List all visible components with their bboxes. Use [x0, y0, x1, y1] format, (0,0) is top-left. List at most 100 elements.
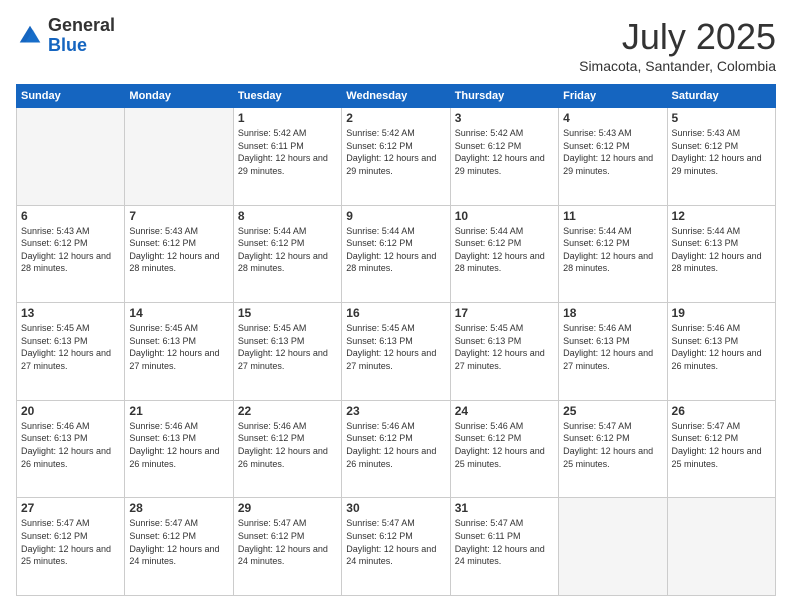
day-number: 4 [563, 111, 662, 125]
day-info: Sunrise: 5:43 AM Sunset: 6:12 PM Dayligh… [563, 127, 662, 177]
day-info: Sunrise: 5:46 AM Sunset: 6:13 PM Dayligh… [672, 322, 771, 372]
calendar-cell [559, 498, 667, 596]
day-info: Sunrise: 5:47 AM Sunset: 6:12 PM Dayligh… [563, 420, 662, 470]
week-row-2: 6Sunrise: 5:43 AM Sunset: 6:12 PM Daylig… [17, 205, 776, 303]
header-saturday: Saturday [667, 85, 775, 108]
day-number: 23 [346, 404, 445, 418]
day-info: Sunrise: 5:47 AM Sunset: 6:12 PM Dayligh… [21, 517, 120, 567]
day-info: Sunrise: 5:47 AM Sunset: 6:12 PM Dayligh… [672, 420, 771, 470]
calendar-cell: 27 Sunrise: 5:47 AM Sunset: 6:12 PM Dayli… [17, 498, 125, 596]
day-number: 3 [455, 111, 554, 125]
calendar-cell [17, 108, 125, 206]
calendar-cell: 15 Sunrise: 5:45 AM Sunset: 6:13 PM Dayli… [233, 303, 341, 401]
calendar-cell: 8 Sunrise: 5:44 AM Sunset: 6:12 PM Daylig… [233, 205, 341, 303]
day-number: 25 [563, 404, 662, 418]
day-number: 12 [672, 209, 771, 223]
calendar-cell: 26 Sunrise: 5:47 AM Sunset: 6:12 PM Dayli… [667, 400, 775, 498]
day-info: Sunrise: 5:44 AM Sunset: 6:12 PM Dayligh… [563, 225, 662, 275]
calendar-cell: 19 Sunrise: 5:46 AM Sunset: 6:13 PM Dayli… [667, 303, 775, 401]
day-number: 5 [672, 111, 771, 125]
logo-text: General Blue [48, 16, 115, 56]
day-info: Sunrise: 5:46 AM Sunset: 6:13 PM Dayligh… [129, 420, 228, 470]
day-info: Sunrise: 5:47 AM Sunset: 6:11 PM Dayligh… [455, 517, 554, 567]
header-thursday: Thursday [450, 85, 558, 108]
calendar-cell: 10 Sunrise: 5:44 AM Sunset: 6:12 PM Dayli… [450, 205, 558, 303]
day-info: Sunrise: 5:44 AM Sunset: 6:13 PM Dayligh… [672, 225, 771, 275]
day-number: 1 [238, 111, 337, 125]
calendar-cell: 29 Sunrise: 5:47 AM Sunset: 6:12 PM Dayli… [233, 498, 341, 596]
day-info: Sunrise: 5:46 AM Sunset: 6:13 PM Dayligh… [563, 322, 662, 372]
logo-icon [16, 22, 44, 50]
day-number: 10 [455, 209, 554, 223]
day-info: Sunrise: 5:47 AM Sunset: 6:12 PM Dayligh… [346, 517, 445, 567]
header-monday: Monday [125, 85, 233, 108]
calendar-cell: 24 Sunrise: 5:46 AM Sunset: 6:12 PM Dayli… [450, 400, 558, 498]
header-sunday: Sunday [17, 85, 125, 108]
calendar-cell: 4 Sunrise: 5:43 AM Sunset: 6:12 PM Daylig… [559, 108, 667, 206]
day-number: 20 [21, 404, 120, 418]
day-info: Sunrise: 5:45 AM Sunset: 6:13 PM Dayligh… [238, 322, 337, 372]
day-number: 13 [21, 306, 120, 320]
week-row-1: 1 Sunrise: 5:42 AM Sunset: 6:11 PM Daylig… [17, 108, 776, 206]
calendar-cell: 21 Sunrise: 5:46 AM Sunset: 6:13 PM Dayli… [125, 400, 233, 498]
day-number: 2 [346, 111, 445, 125]
day-number: 16 [346, 306, 445, 320]
day-info: Sunrise: 5:44 AM Sunset: 6:12 PM Dayligh… [346, 225, 445, 275]
calendar-cell: 3 Sunrise: 5:42 AM Sunset: 6:12 PM Daylig… [450, 108, 558, 206]
calendar-cell: 20 Sunrise: 5:46 AM Sunset: 6:13 PM Dayli… [17, 400, 125, 498]
calendar-cell [667, 498, 775, 596]
day-info: Sunrise: 5:42 AM Sunset: 6:12 PM Dayligh… [455, 127, 554, 177]
calendar-cell: 1 Sunrise: 5:42 AM Sunset: 6:11 PM Daylig… [233, 108, 341, 206]
calendar-cell: 7Sunrise: 5:43 AM Sunset: 6:12 PM Daylig… [125, 205, 233, 303]
calendar-table: Sunday Monday Tuesday Wednesday Thursday… [16, 84, 776, 596]
day-info: Sunrise: 5:45 AM Sunset: 6:13 PM Dayligh… [129, 322, 228, 372]
calendar-cell: 2Sunrise: 5:42 AM Sunset: 6:12 PM Daylig… [342, 108, 450, 206]
header-wednesday: Wednesday [342, 85, 450, 108]
calendar-cell: 14Sunrise: 5:45 AM Sunset: 6:13 PM Dayli… [125, 303, 233, 401]
calendar-cell: 6Sunrise: 5:43 AM Sunset: 6:12 PM Daylig… [17, 205, 125, 303]
day-number: 21 [129, 404, 228, 418]
day-number: 27 [21, 501, 120, 515]
day-number: 15 [238, 306, 337, 320]
day-number: 22 [238, 404, 337, 418]
calendar-cell: 9 Sunrise: 5:44 AM Sunset: 6:12 PM Daylig… [342, 205, 450, 303]
day-number: 18 [563, 306, 662, 320]
month-title: July 2025 [579, 16, 776, 58]
day-info: Sunrise: 5:46 AM Sunset: 6:12 PM Dayligh… [346, 420, 445, 470]
week-row-3: 13 Sunrise: 5:45 AM Sunset: 6:13 PM Dayli… [17, 303, 776, 401]
title-block: July 2025 Simacota, Santander, Colombia [579, 16, 776, 74]
day-info: Sunrise: 5:46 AM Sunset: 6:12 PM Dayligh… [455, 420, 554, 470]
week-row-5: 27 Sunrise: 5:47 AM Sunset: 6:12 PM Dayli… [17, 498, 776, 596]
day-number: 29 [238, 501, 337, 515]
day-number: 31 [455, 501, 554, 515]
day-info: Sunrise: 5:44 AM Sunset: 6:12 PM Dayligh… [238, 225, 337, 275]
calendar-cell: 30Sunrise: 5:47 AM Sunset: 6:12 PM Dayli… [342, 498, 450, 596]
day-number: 26 [672, 404, 771, 418]
day-info: Sunrise: 5:45 AM Sunset: 6:13 PM Dayligh… [346, 322, 445, 372]
calendar-cell: 28Sunrise: 5:47 AM Sunset: 6:12 PM Dayli… [125, 498, 233, 596]
calendar-cell: 13Sunrise: 5:45 AM Sunset: 6:13 PM Dayli… [17, 303, 125, 401]
location-subtitle: Simacota, Santander, Colombia [579, 58, 776, 74]
header-tuesday: Tuesday [233, 85, 341, 108]
day-info: Sunrise: 5:45 AM Sunset: 6:13 PM Dayligh… [455, 322, 554, 372]
day-info: Sunrise: 5:42 AM Sunset: 6:11 PM Dayligh… [238, 127, 337, 177]
day-info: Sunrise: 5:43 AM Sunset: 6:12 PM Dayligh… [129, 225, 228, 275]
header: General Blue July 2025 Simacota, Santand… [16, 16, 776, 74]
weekday-header-row: Sunday Monday Tuesday Wednesday Thursday… [17, 85, 776, 108]
day-info: Sunrise: 5:46 AM Sunset: 6:13 PM Dayligh… [21, 420, 120, 470]
day-number: 19 [672, 306, 771, 320]
day-number: 8 [238, 209, 337, 223]
calendar-cell: 11Sunrise: 5:44 AM Sunset: 6:12 PM Dayli… [559, 205, 667, 303]
calendar-cell: 5Sunrise: 5:43 AM Sunset: 6:12 PM Daylig… [667, 108, 775, 206]
day-number: 9 [346, 209, 445, 223]
day-number: 28 [129, 501, 228, 515]
header-friday: Friday [559, 85, 667, 108]
day-number: 17 [455, 306, 554, 320]
calendar-cell: 25 Sunrise: 5:47 AM Sunset: 6:12 PM Dayli… [559, 400, 667, 498]
calendar-cell: 31 Sunrise: 5:47 AM Sunset: 6:11 PM Dayli… [450, 498, 558, 596]
day-info: Sunrise: 5:47 AM Sunset: 6:12 PM Dayligh… [238, 517, 337, 567]
calendar-cell: 18 Sunrise: 5:46 AM Sunset: 6:13 PM Dayli… [559, 303, 667, 401]
day-number: 24 [455, 404, 554, 418]
day-info: Sunrise: 5:44 AM Sunset: 6:12 PM Dayligh… [455, 225, 554, 275]
week-row-4: 20 Sunrise: 5:46 AM Sunset: 6:13 PM Dayli… [17, 400, 776, 498]
